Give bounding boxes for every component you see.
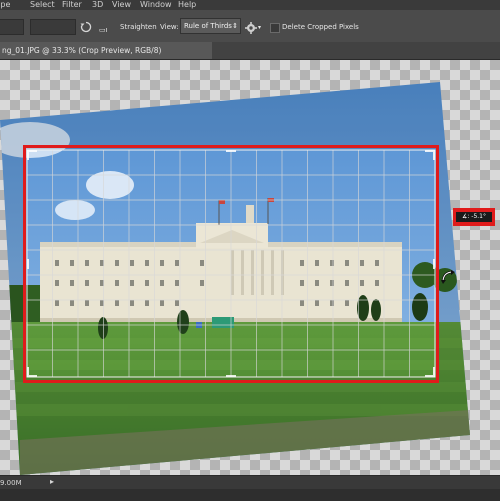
document-tab-title: ng_01.JPG @ 33.3% (Crop Preview, RGB/8): [2, 46, 162, 55]
straighten-label[interactable]: Straighten: [120, 23, 157, 31]
view-label: View:: [160, 23, 179, 31]
view-overlay-value: Rule of Thirds: [184, 22, 232, 30]
horizontal-scrollbar[interactable]: [0, 489, 500, 501]
view-overlay-dropdown[interactable]: Rule of Thirds ⇕: [180, 18, 241, 34]
rotate-swap-icon[interactable]: [80, 21, 92, 33]
document-tab-bar: ng_01.JPG @ 33.3% (Crop Preview, RGB/8): [0, 42, 500, 60]
status-arrow-icon[interactable]: ▸: [50, 477, 54, 486]
menu-filter[interactable]: Filter: [62, 0, 82, 10]
dropdown-arrows-icon: ⇕: [232, 22, 238, 30]
delete-cropped-checkbox[interactable]: [270, 23, 280, 33]
menu-help[interactable]: Help: [178, 0, 196, 10]
gear-icon[interactable]: [245, 22, 257, 34]
doc-size: 9.00M: [0, 479, 22, 487]
angle-readout-badge: ∡: -5.1°: [453, 208, 495, 226]
delete-cropped-label: Delete Cropped Pixels: [282, 23, 359, 31]
menu-select[interactable]: Select: [30, 0, 55, 10]
crop-options-bar: ▭ı Straighten View: Rule of Thirds ⇕ ▾ D…: [0, 10, 500, 43]
canvas-area[interactable]: ∡: -5.1°: [0, 60, 500, 475]
crop-preview-svg: [0, 60, 500, 475]
angle-readout: ∡: -5.1°: [456, 212, 492, 222]
document-tab[interactable]: ng_01.JPG @ 33.3% (Crop Preview, RGB/8): [0, 42, 212, 59]
height-input[interactable]: [30, 19, 76, 35]
menu-window[interactable]: Window: [140, 0, 172, 10]
width-input[interactable]: [0, 19, 24, 35]
straighten-icon[interactable]: ▭ı: [99, 24, 113, 34]
menu-type[interactable]: Type: [0, 0, 10, 10]
menu-view[interactable]: View: [112, 0, 131, 10]
gear-dropdown-arrow-icon[interactable]: ▾: [258, 24, 261, 31]
menu-bar: Type Select Filter 3D View Window Help: [0, 0, 500, 10]
menu-3d[interactable]: 3D: [92, 0, 103, 10]
svg-text:▭ı: ▭ı: [99, 26, 108, 34]
status-bar: 9.00M ▸: [0, 475, 500, 501]
